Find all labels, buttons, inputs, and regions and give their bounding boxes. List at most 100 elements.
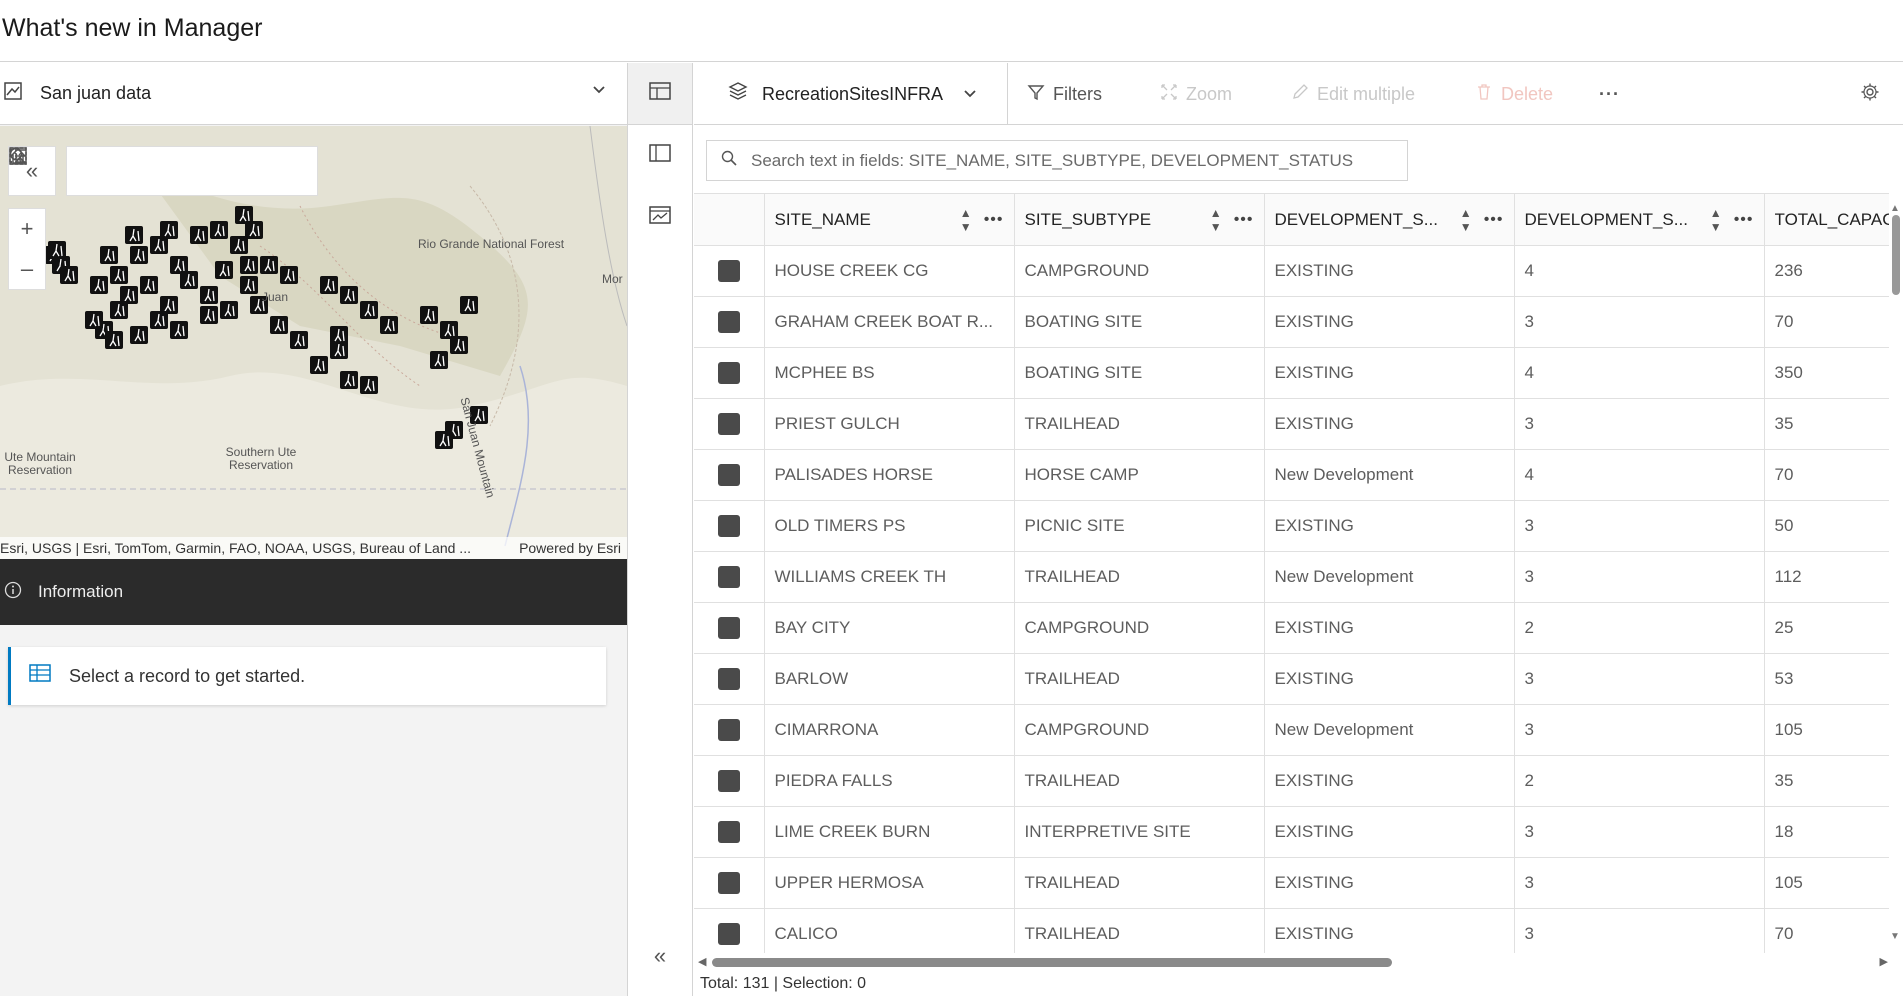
search-field[interactable] [706,140,1408,181]
scroll-left-icon[interactable]: ◀ [698,955,706,968]
table-cell[interactable]: INTERPRETIVE SITE [1014,806,1265,858]
table-cell[interactable]: EXISTING [1264,602,1515,654]
list-icon[interactable] [9,147,167,195]
column-header-development-status[interactable]: DEVELOPMENT_S... ▲ ▼ ••• [1264,193,1515,246]
table-cell[interactable]: CAMPGROUND [1014,704,1265,756]
table-cell[interactable]: EXISTING [1264,398,1515,450]
table-cell[interactable]: BOATING SITE [1014,347,1265,399]
table-cell[interactable]: 50 [1764,500,1889,552]
table-cell[interactable]: 4 [1514,449,1765,501]
zoom-in-button[interactable]: + [9,209,45,249]
scroll-up-icon[interactable]: ▲ [1890,203,1900,214]
table-cell[interactable]: EXISTING [1264,500,1515,552]
table-cell[interactable]: BARLOW [764,653,1015,705]
table-cell[interactable]: 3 [1514,500,1765,552]
attribution-text[interactable]: Esri, USGS | Esri, TomTom, Garmin, FAO, … [0,540,471,556]
table-cell[interactable]: 3 [1514,398,1765,450]
table-row[interactable]: CALICO TRAILHEAD EXISTING 3 70 [694,908,1889,953]
table-cell[interactable]: 4 [1514,347,1765,399]
hiker-marker-icon[interactable] [110,266,128,284]
column-header-site-name[interactable]: SITE_NAME ▲ ▼ ••• [764,193,1015,246]
table-cell[interactable]: EXISTING [1264,245,1515,297]
zoom-button[interactable]: Zoom [1160,63,1232,125]
hiker-marker-icon[interactable] [435,431,453,449]
table-cell[interactable]: BAY CITY [764,602,1015,654]
hiker-marker-icon[interactable] [360,376,378,394]
table-cell[interactable]: 2 [1514,755,1765,807]
hiker-marker-icon[interactable] [150,311,168,329]
hiker-marker-icon[interactable] [430,351,448,369]
table-cell[interactable]: 3 [1514,857,1765,909]
row-checkbox[interactable] [717,413,740,435]
hiker-marker-icon[interactable] [110,301,128,319]
table-row[interactable]: BARLOW TRAILHEAD EXISTING 3 53 [694,653,1889,705]
map-view-button[interactable] [628,187,692,249]
hiker-marker-icon[interactable] [215,261,233,279]
scroll-right-icon[interactable]: ▶ [1880,955,1888,968]
row-checkbox[interactable] [717,719,740,741]
table-cell[interactable]: PRIEST GULCH [764,398,1015,450]
table-cell[interactable]: HORSE CAMP [1014,449,1265,501]
row-checkbox[interactable] [717,464,740,486]
table-cell[interactable]: 70 [1764,908,1889,953]
table-row[interactable]: WILLIAMS CREEK TH TRAILHEAD New Developmen… [694,551,1889,603]
table-cell[interactable]: EXISTING [1264,806,1515,858]
column-menu-icon[interactable]: ••• [984,211,1004,229]
table-cell[interactable]: 105 [1764,704,1889,756]
hiker-marker-icon[interactable] [130,326,148,344]
table-cell[interactable]: TRAILHEAD [1014,755,1265,807]
table-cell[interactable]: EXISTING [1264,653,1515,705]
table-cell[interactable]: 2 [1514,602,1765,654]
table-cell[interactable]: PALISADES HORSE [764,449,1015,501]
table-cell[interactable]: HOUSE CREEK CG [764,245,1015,297]
table-cell[interactable]: CALICO [764,908,1015,953]
sort-icon[interactable]: ▲ ▼ [1710,206,1722,234]
table-cell[interactable]: OLD TIMERS PS [764,500,1015,552]
table-cell[interactable]: UPPER HERMOSA [764,857,1015,909]
table-cell[interactable]: 3 [1514,653,1765,705]
table-cell[interactable]: 70 [1764,449,1889,501]
filters-button[interactable]: Filters [1027,63,1102,125]
row-checkbox[interactable] [717,770,740,792]
table-cell[interactable]: 3 [1514,704,1765,756]
table-cell[interactable]: 105 [1764,857,1889,909]
hiker-marker-icon[interactable] [220,301,238,319]
table-cell[interactable]: CAMPGROUND [1014,602,1265,654]
table-cell[interactable]: LIME CREEK BURN [764,806,1015,858]
hiker-marker-icon[interactable] [380,316,398,334]
hiker-marker-icon[interactable] [360,301,378,319]
table-cell[interactable]: 25 [1764,602,1889,654]
table-cell[interactable]: 236 [1764,245,1889,297]
table-cell[interactable]: 3 [1514,806,1765,858]
powered-by-esri[interactable]: Powered by Esri [519,540,621,556]
hiker-marker-icon[interactable] [48,241,66,259]
table-cell[interactable]: 70 [1764,296,1889,348]
edit-multiple-button[interactable]: Edit multiple [1291,63,1415,125]
table-cell[interactable]: 35 [1764,755,1889,807]
row-checkbox[interactable] [717,566,740,588]
search-icon[interactable] [9,147,217,195]
column-header-total-capacity[interactable]: TOTAL_CAPAC [1764,193,1889,246]
table-row[interactable]: PALISADES HORSE HORSE CAMP New Development… [694,449,1889,501]
vertical-scrollbar[interactable]: ▲ ▼ [1890,203,1902,943]
row-checkbox[interactable] [717,821,740,843]
hiker-marker-icon[interactable] [200,306,218,324]
hiker-marker-icon[interactable] [160,221,178,239]
table-cell[interactable]: 3 [1514,551,1765,603]
horizontal-scrollbar[interactable]: ◀ ▶ [698,955,1888,969]
table-cell[interactable]: 112 [1764,551,1889,603]
hiker-marker-icon[interactable] [60,266,78,284]
zoom-out-button[interactable]: – [9,249,45,289]
hiker-marker-icon[interactable] [140,276,158,294]
row-checkbox[interactable] [717,923,740,945]
row-checkbox[interactable] [717,260,740,282]
table-cell[interactable]: WILLIAMS CREEK TH [764,551,1015,603]
hiker-marker-icon[interactable] [245,221,263,239]
table-cell[interactable]: PIEDRA FALLS [764,755,1015,807]
table-row[interactable]: LIME CREEK BURN INTERPRETIVE SITE EXISTING… [694,806,1889,858]
sort-icon[interactable]: ▲ ▼ [960,206,972,234]
table-row[interactable]: MCPHEE BS BOATING SITE EXISTING 4 350 [694,347,1889,399]
table-cell[interactable]: TRAILHEAD [1014,653,1265,705]
map-selector[interactable]: San juan data [0,63,627,125]
table-cell[interactable]: EXISTING [1264,908,1515,953]
